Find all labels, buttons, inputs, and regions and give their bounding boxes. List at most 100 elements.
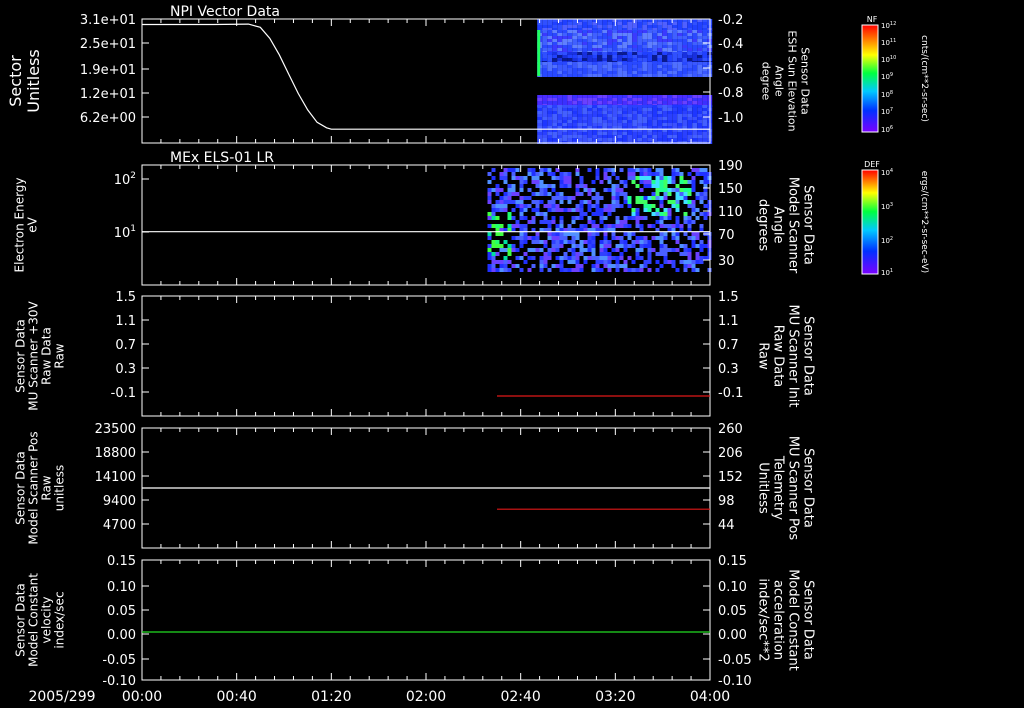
spectro-cell bbox=[617, 45, 623, 48]
spectro-cell bbox=[527, 256, 532, 260]
spectro-cell bbox=[559, 232, 564, 236]
spectro-cell bbox=[619, 264, 624, 268]
colorbars-group: NF101210111010109108107106cnts/(cm**2-sr… bbox=[861, 15, 929, 277]
spectro-cell bbox=[503, 180, 508, 184]
y-axis-label-line: Raw bbox=[53, 343, 67, 368]
spectro-cell bbox=[597, 126, 603, 129]
spectro-cell bbox=[692, 74, 698, 77]
spectro-cell bbox=[539, 188, 544, 192]
spectro-cell bbox=[637, 39, 643, 42]
spectro-cell bbox=[657, 132, 663, 135]
spectro-cell bbox=[602, 71, 608, 74]
spectro-cell bbox=[602, 48, 608, 51]
spectro-cell bbox=[592, 55, 598, 58]
spectro-cell bbox=[523, 232, 528, 236]
spectro-cell bbox=[559, 180, 564, 184]
y-axis-label-line: Sensor Data bbox=[14, 451, 28, 525]
spectro-cell bbox=[575, 172, 580, 176]
spectro-cell bbox=[607, 117, 613, 120]
spectro-cell bbox=[617, 117, 623, 120]
spectro-cell bbox=[499, 224, 504, 228]
spectro-cell bbox=[547, 204, 552, 208]
spectro-cell bbox=[655, 184, 660, 188]
spectro-cell bbox=[607, 65, 613, 68]
time-tick-label: 00:00 bbox=[122, 689, 162, 705]
colorbar-tick-exp: 12 bbox=[890, 21, 896, 27]
spectro-cell bbox=[683, 188, 688, 192]
y-tick-label: -0.1 bbox=[111, 386, 136, 401]
spectro-cell bbox=[632, 52, 638, 55]
spectro-cell bbox=[677, 39, 683, 42]
spectro-cell bbox=[567, 200, 572, 204]
spectro-cell bbox=[615, 264, 620, 268]
spectro-cell bbox=[603, 176, 608, 180]
spectro-cell bbox=[487, 216, 492, 220]
spectro-cell bbox=[551, 232, 556, 236]
spectro-cell bbox=[592, 126, 598, 129]
spectro-cell bbox=[547, 236, 552, 240]
spectro-cell bbox=[642, 117, 648, 120]
spectro-cell bbox=[682, 71, 688, 74]
spectro-cell bbox=[703, 212, 708, 216]
spectro-cell bbox=[515, 236, 520, 240]
spectro-cell bbox=[702, 74, 708, 77]
spectro-cell bbox=[579, 212, 584, 216]
spectro-cell bbox=[642, 36, 648, 39]
spectro-cell bbox=[592, 111, 598, 114]
spectro-cell bbox=[657, 33, 663, 36]
spectro-cell bbox=[617, 30, 623, 33]
spectro-cell bbox=[487, 236, 492, 240]
spectro-cell bbox=[643, 180, 648, 184]
spectro-cell bbox=[543, 252, 548, 256]
spectro-cell bbox=[691, 180, 696, 184]
spectro-cell bbox=[642, 105, 648, 108]
spectro-cell bbox=[487, 268, 492, 272]
spectro-cell bbox=[675, 184, 680, 188]
spectro-cell bbox=[562, 132, 568, 135]
spectro-cell bbox=[562, 105, 568, 108]
spectro-cell bbox=[599, 268, 604, 272]
y-tick-label: 1.9e+01 bbox=[80, 63, 136, 78]
spectro-cell bbox=[587, 120, 593, 123]
spectro-cell bbox=[662, 33, 668, 36]
spectro-cell bbox=[591, 236, 596, 240]
spectro-cell bbox=[551, 236, 556, 240]
colorbar-tick-label: 104 bbox=[881, 168, 893, 177]
spectro-cell bbox=[662, 120, 668, 123]
spectro-cell bbox=[555, 196, 560, 200]
spectro-cell bbox=[635, 268, 640, 272]
spectro-cell bbox=[692, 33, 698, 36]
spectro-cell bbox=[577, 135, 583, 138]
spectro-cell bbox=[559, 224, 564, 228]
spectro-cell bbox=[543, 184, 548, 188]
spectro-cell bbox=[572, 42, 578, 45]
spectro-cell bbox=[591, 240, 596, 244]
colorbar-tick-exp: 7 bbox=[890, 107, 893, 113]
spectro-cell bbox=[587, 135, 593, 138]
spectro-cell bbox=[695, 236, 700, 240]
spectro-cell bbox=[622, 22, 628, 25]
spectro-cell bbox=[635, 168, 640, 172]
spectro-cell bbox=[662, 138, 668, 141]
spectro-cell bbox=[647, 224, 652, 228]
spectro-cell bbox=[607, 208, 612, 212]
spectro-cell bbox=[703, 176, 708, 180]
spectro-cell bbox=[617, 123, 623, 126]
spectro-cell bbox=[567, 114, 573, 117]
spectro-cell bbox=[663, 236, 668, 240]
spectro-cell bbox=[587, 98, 593, 101]
time-tick-label: 02:00 bbox=[406, 689, 446, 705]
spectro-cell bbox=[527, 220, 532, 224]
spectro-cell bbox=[691, 220, 696, 224]
spectro-cell bbox=[607, 268, 612, 272]
spectro-cell bbox=[523, 216, 528, 220]
spectro-cell bbox=[632, 95, 638, 98]
spectro-cell bbox=[662, 30, 668, 33]
panel-title: NPI Vector Data bbox=[170, 4, 280, 20]
spectro-cell bbox=[531, 176, 536, 180]
spectro-cell bbox=[519, 180, 524, 184]
y-axis-label: Sensor DataMU Scanner +30VRaw DataRaw bbox=[14, 301, 67, 411]
y-axis-label-line: velocity bbox=[40, 597, 54, 644]
spectro-cell bbox=[635, 216, 640, 220]
spectro-cell bbox=[557, 138, 563, 141]
